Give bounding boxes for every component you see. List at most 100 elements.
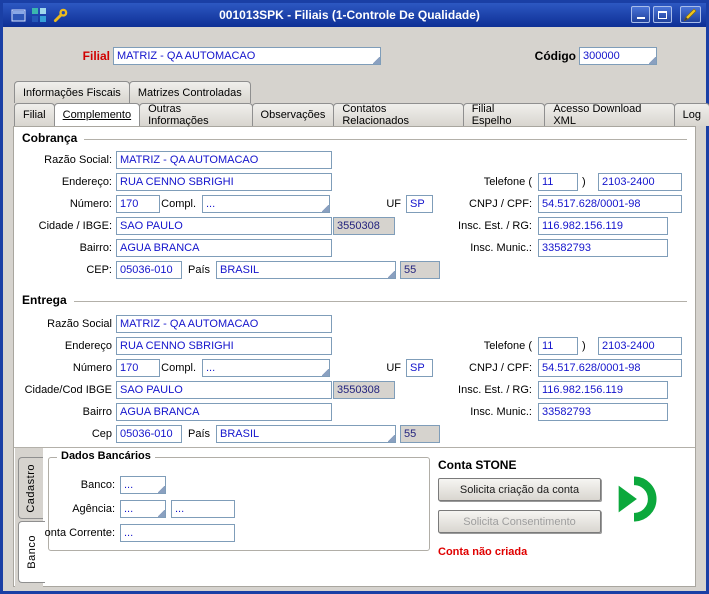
entrega-numero-input[interactable]: 170 <box>116 359 160 377</box>
agencia-input[interactable]: ... <box>120 500 166 518</box>
solicita-consentimento-button[interactable]: Solicita Consentimento <box>438 510 601 533</box>
tab-observacoes[interactable]: Observações <box>251 103 335 126</box>
agencia-dv-input[interactable]: ... <box>171 500 235 518</box>
cobranca-telefone-label: Telefone ( <box>483 176 532 188</box>
tab-label: Observações <box>260 109 326 121</box>
entrega-cidade-label: Cidade/Cod IBGE <box>24 384 112 396</box>
entrega-ibge-field: 3550308 <box>333 381 395 399</box>
pencil-icon <box>684 8 697 21</box>
button-label: Solicita Consentimento <box>463 515 576 528</box>
cobranca-cidade-label: Cidade / IBGE: <box>38 220 112 232</box>
entrega-numero-label: Número <box>72 362 112 374</box>
cobranca-bairro-input[interactable]: AGUA BRANCA <box>116 239 332 257</box>
entrega-compl-label: Compl. <box>161 362 196 374</box>
entrega-insc-mun-input[interactable]: 33582793 <box>538 403 668 421</box>
tab-label: Informações Fiscais <box>23 86 121 99</box>
entrega-insc-est-input[interactable]: 116.982.156.119 <box>538 381 668 399</box>
entrega-bairro-label: Bairro <box>82 406 112 418</box>
entrega-pais-input[interactable]: BRASIL <box>216 425 396 443</box>
tab-informacoes-fiscais[interactable]: Informações Fiscais <box>14 81 130 103</box>
cobranca-telefone-ddd-input[interactable]: 11 <box>538 173 578 191</box>
cobranca-telefone-input[interactable]: 2103-2400 <box>598 173 682 191</box>
folder-tabs-row1: Informações Fiscais Matrizes Controladas <box>14 81 251 103</box>
cobranca-uf-label: UF <box>386 198 401 210</box>
solicita-criacao-button[interactable]: Solicita criação da conta <box>438 478 601 501</box>
entrega-divider <box>74 301 687 302</box>
maximize-button[interactable] <box>653 6 672 23</box>
cobranca-cidade-input[interactable]: SAO PAULO <box>116 217 332 235</box>
cobranca-insc-mun-input[interactable]: 33582793 <box>538 239 668 257</box>
tab-filial-espelho[interactable]: Filial Espelho <box>462 103 546 127</box>
entrega-telefone-input[interactable]: 2103-2400 <box>598 337 682 355</box>
entrega-cep-input[interactable]: 05036-010 <box>116 425 182 443</box>
cobranca-pais-input[interactable]: BRASIL <box>216 261 396 279</box>
cobranca-endereco-input[interactable]: RUA CENNO SBRIGHI <box>116 173 332 191</box>
system-window-icon[interactable] <box>10 7 26 23</box>
entrega-cnpj-input[interactable]: 54.517.628/0001-98 <box>538 359 682 377</box>
tab-matrizes-controladas[interactable]: Matrizes Controladas <box>128 81 251 103</box>
entrega-telefone-ddd-input[interactable]: 11 <box>538 337 578 355</box>
entrega-endereco-label: Endereço <box>64 340 112 352</box>
cobranca-ibge-field: 3550308 <box>333 217 395 235</box>
cobranca-telefone-close-paren: ) <box>582 176 586 188</box>
maximize-icon <box>658 10 667 19</box>
dados-bancarios-group: Dados Bancários Banco: ... Agência: ... … <box>37 450 430 551</box>
cobranca-cep-input[interactable]: 05036-010 <box>116 261 182 279</box>
conta-stone-title: Conta STONE <box>438 458 517 472</box>
tab-label: Outras Informações <box>148 103 209 127</box>
folder-tabs-row2: Filial Complemento Outras Informações Ob… <box>14 103 709 127</box>
window: 001013SPK - Filiais (1-Controle De Quali… <box>0 0 709 594</box>
stone-logo-icon <box>611 476 657 527</box>
banco-input[interactable]: ... <box>120 476 166 494</box>
entrega-telefone-close-paren: ) <box>582 340 586 352</box>
title-bar[interactable]: 001013SPK - Filiais (1-Controle De Quali… <box>3 3 706 27</box>
cobranca-numero-input[interactable]: 170 <box>116 195 160 213</box>
filial-input[interactable]: MATRIZ - QA AUTOMACAO <box>113 47 381 65</box>
tab-contatos-relacionados[interactable]: Contatos Relacionados <box>333 103 464 127</box>
agencia-label: Agência: <box>72 503 115 515</box>
tab-acesso-download-xml[interactable]: Acesso Download XML <box>544 103 675 127</box>
dados-bancarios-title: Dados Bancários <box>57 450 155 462</box>
modules-grid-icon[interactable] <box>31 7 47 23</box>
tab-label: Complemento <box>62 109 132 121</box>
side-tab-cadastro[interactable]: Cadastro <box>18 457 43 519</box>
cobranca-insc-est-input[interactable]: 116.982.156.119 <box>538 217 668 235</box>
cobranca-numero-label: Número: <box>69 198 112 210</box>
entrega-ddi-field: 55 <box>400 425 440 443</box>
entrega-razao-social-input[interactable]: MATRIZ - QA AUTOMACAO <box>116 315 332 333</box>
entrega-insc-est-label: Insc. Est. / RG: <box>458 384 532 396</box>
tab-log[interactable]: Log <box>673 103 709 126</box>
cobranca-compl-label: Compl. <box>161 198 196 210</box>
cobranca-uf-input[interactable]: SP <box>406 195 433 213</box>
cobranca-ddi-field: 55 <box>400 261 440 279</box>
tab-outras-informacoes[interactable]: Outras Informações <box>139 103 253 127</box>
side-tab-banco[interactable]: Banco <box>18 521 45 583</box>
entrega-endereco-input[interactable]: RUA CENNO SBRIGHI <box>116 337 332 355</box>
entrega-telefone-label: Telefone ( <box>483 340 532 352</box>
tab-complemento[interactable]: Complemento <box>53 103 141 126</box>
codigo-input[interactable]: 300000 <box>579 47 657 65</box>
wrench-icon[interactable] <box>52 7 68 23</box>
codigo-label: Código <box>534 49 576 63</box>
entrega-cnpj-label: CNPJ / CPF: <box>469 362 532 374</box>
entrega-compl-input[interactable]: ... <box>202 359 330 377</box>
entrega-cidade-input[interactable]: SAO PAULO <box>116 381 332 399</box>
entrega-uf-label: UF <box>386 362 401 374</box>
entrega-cep-label: Cep <box>91 428 112 440</box>
edit-button[interactable] <box>680 6 701 23</box>
conta-corrente-input[interactable]: ... <box>120 524 235 542</box>
tab-label: Matrizes Controladas <box>137 86 242 99</box>
cobranca-compl-input[interactable]: ... <box>202 195 330 213</box>
cobranca-endereco-label: Endereço: <box>61 176 112 188</box>
entrega-uf-input[interactable]: SP <box>406 359 433 377</box>
cobranca-razao-social-label: Razão Social: <box>44 154 112 166</box>
minimize-button[interactable] <box>631 6 650 23</box>
entrega-bairro-input[interactable]: AGUA BRANCA <box>116 403 332 421</box>
cobranca-razao-social-input[interactable]: MATRIZ - QA AUTOMACAO <box>116 151 332 169</box>
bottom-divider <box>14 447 695 448</box>
cobranca-bairro-label: Bairro: <box>79 242 112 254</box>
tab-filial[interactable]: Filial <box>14 103 55 126</box>
cobranca-cnpj-label: CNPJ / CPF: <box>469 198 532 210</box>
cobranca-cnpj-input[interactable]: 54.517.628/0001-98 <box>538 195 682 213</box>
tab-label: Log <box>682 109 702 121</box>
